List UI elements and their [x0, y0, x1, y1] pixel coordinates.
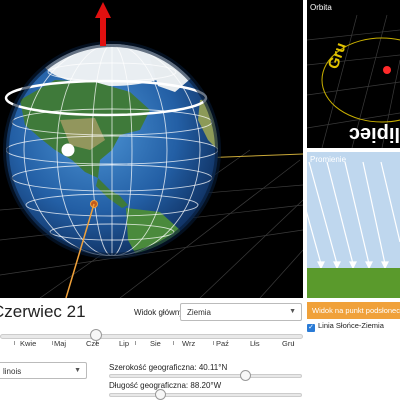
longitude-slider-track[interactable]: [109, 393, 302, 397]
month-label: Maj: [54, 339, 67, 348]
latitude-slider-thumb[interactable]: [240, 370, 251, 381]
ground-surface: [307, 268, 400, 298]
rays-panel[interactable]: Promienie: [307, 152, 400, 298]
sun-rays: [307, 161, 400, 270]
main-view-label: Widok główny:: [134, 308, 186, 317]
rays-panel-title: Promienie: [310, 155, 347, 164]
orbit-panel[interactable]: Orbita Gru lipiec: [307, 0, 400, 148]
longitude-slider-thumb[interactable]: [155, 389, 166, 400]
slider-tick: [135, 341, 136, 345]
month-label: Lip: [119, 339, 130, 348]
month-label: Gru: [282, 339, 295, 348]
sun-earth-line-toggle[interactable]: ✓ Linia Słońce-Ziemia: [307, 321, 384, 332]
slider-tick: [14, 341, 15, 345]
earth-globe[interactable]: [3, 34, 221, 270]
slider-tick: [52, 341, 53, 345]
longitude-slider[interactable]: [109, 389, 302, 401]
orbit-canvas: Gru lipiec: [307, 14, 400, 148]
globe-canvas[interactable]: [0, 0, 303, 298]
location-select[interactable]: linois ▼: [0, 362, 87, 379]
month-label: Sie: [150, 339, 161, 348]
date-title: Czerwiec 21: [0, 302, 86, 321]
orbit-month-label: Gru: [325, 40, 350, 71]
orbit-panel-title: Orbita: [310, 3, 332, 12]
chevron-down-icon: ▼: [74, 367, 81, 374]
slider-tick: [213, 341, 214, 345]
slider-tick: [173, 341, 174, 345]
main-view-value: Ziemia: [187, 308, 212, 317]
orbit-month-label: lipiec: [349, 123, 400, 145]
axis-arrow: [95, 2, 111, 46]
globe-view[interactable]: [0, 0, 303, 298]
month-label: Paź: [216, 339, 229, 348]
month-label: Cze: [86, 339, 100, 348]
observer-marker[interactable]: [61, 143, 75, 157]
main-view-select[interactable]: Ziemia ▼: [180, 303, 302, 321]
month-label: Kwie: [20, 339, 37, 348]
rays-canvas: [307, 161, 400, 298]
month-label: Lis: [250, 339, 260, 348]
location-value: linois: [3, 367, 22, 376]
sun-earth-line-label: Linia Słońce-Ziemia: [318, 321, 384, 330]
month-label: Wrz: [182, 339, 196, 348]
latitude-slider-track[interactable]: [109, 374, 302, 378]
earth-orbit-marker: [383, 66, 391, 74]
subsolar-view-button[interactable]: Widok na punkt podsłoneczny: [307, 302, 400, 319]
checkbox-checked-icon[interactable]: ✓: [307, 324, 315, 332]
chevron-down-icon: ▼: [289, 308, 296, 315]
